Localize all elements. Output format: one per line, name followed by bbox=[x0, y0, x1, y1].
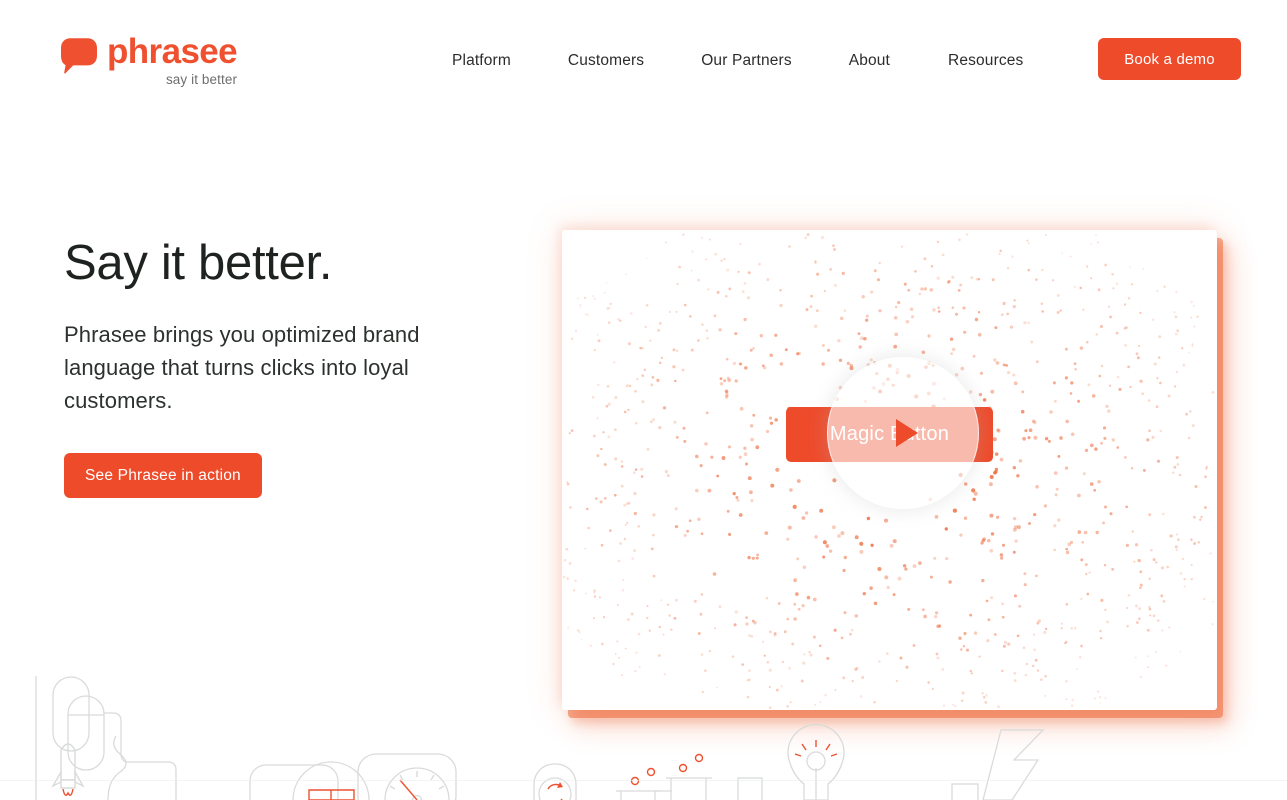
play-icon bbox=[896, 419, 918, 447]
nav-item-customers[interactable]: Customers bbox=[568, 48, 644, 74]
logo-tagline: say it better bbox=[166, 72, 237, 87]
hero-copy: Say it better. Phrasee brings you optimi… bbox=[64, 235, 504, 498]
book-a-demo-button[interactable]: Book a demo bbox=[1098, 38, 1241, 80]
main-nav: Platform Customers Our Partners About Re… bbox=[452, 48, 1023, 74]
magic-button-video-card[interactable]: Magic Button bbox=[562, 230, 1217, 710]
hero-video-wrapper: Magic Button bbox=[562, 230, 1217, 710]
speech-bubble-icon bbox=[60, 37, 98, 75]
see-phrasee-in-action-button[interactable]: See Phrasee in action bbox=[64, 453, 262, 498]
logo-link[interactable]: phrasee say it better bbox=[60, 34, 237, 87]
logo-wordmark: phrasee bbox=[107, 34, 237, 69]
site-header: phrasee say it better Platform Customers… bbox=[0, 0, 1287, 120]
nav-item-resources[interactable]: Resources bbox=[948, 48, 1023, 74]
page-title: Say it better. bbox=[64, 235, 504, 291]
hero-section: Say it better. Phrasee brings you optimi… bbox=[0, 120, 1287, 680]
nav-item-platform[interactable]: Platform bbox=[452, 48, 511, 74]
nav-item-about[interactable]: About bbox=[849, 48, 890, 74]
hero-subtitle: Phrasee brings you optimized brand langu… bbox=[64, 318, 474, 417]
nav-item-our-partners[interactable]: Our Partners bbox=[701, 48, 792, 74]
play-button-overlay[interactable] bbox=[827, 357, 979, 509]
